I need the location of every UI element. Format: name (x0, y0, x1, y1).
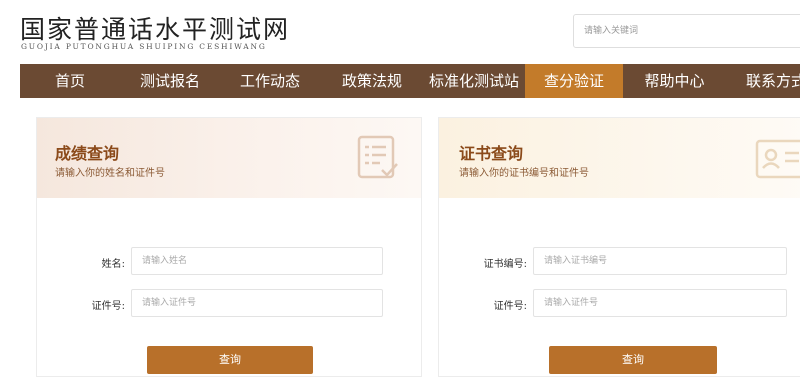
cert-query-subtitle: 请输入你的证书编号和证件号 (459, 168, 589, 179)
cert-query-button[interactable]: 查询 (549, 346, 717, 374)
score-query-subtitle: 请输入你的姓名和证件号 (55, 168, 165, 179)
cert-id-label: 证件号: (493, 301, 527, 312)
main-nav: 首页 测试报名 工作动态 政策法规 标准化测试站 查分验证 帮助中心 联系方式 (20, 64, 800, 98)
nav-item-test-stations[interactable]: 标准化测试站 (424, 64, 524, 98)
score-query-title: 成绩查询 (55, 144, 120, 163)
cert-number-label: 证书编号: (483, 259, 527, 270)
nav-item-news[interactable]: 工作动态 (220, 64, 320, 98)
document-check-icon (357, 135, 398, 179)
nav-item-help[interactable]: 帮助中心 (623, 64, 726, 98)
site-header: 国家普通话水平测试网 GUOJIA PUTONGHUA SHUIPING CES… (0, 0, 800, 64)
cert-number-input[interactable] (533, 247, 787, 275)
nav-item-home[interactable]: 首页 (20, 64, 120, 98)
site-logo-subtitle: GUOJIA PUTONGHUA SHUIPING CESHIWANG (21, 42, 267, 51)
score-query-button[interactable]: 查询 (147, 346, 313, 374)
cert-id-input[interactable] (533, 289, 787, 317)
name-input[interactable] (131, 247, 383, 275)
nav-item-contact[interactable]: 联系方式 (726, 64, 800, 98)
nav-item-policies[interactable]: 政策法规 (320, 64, 424, 98)
score-id-label: 证件号: (91, 301, 125, 312)
score-query-header: 成绩查询 请输入你的姓名和证件号 (37, 118, 421, 198)
nav-item-registration[interactable]: 测试报名 (120, 64, 220, 98)
search-input[interactable] (573, 14, 800, 48)
nav-item-score-verify[interactable]: 查分验证 (525, 64, 623, 98)
cert-query-header: 证书查询 请输入你的证书编号和证件号 (439, 118, 800, 198)
id-card-icon (755, 139, 800, 179)
cert-query-title: 证书查询 (459, 144, 524, 163)
name-label: 姓名: (101, 259, 125, 270)
score-id-input[interactable] (131, 289, 383, 317)
site-logo-title[interactable]: 国家普通话水平测试网 (20, 10, 290, 46)
cert-query-card: 证书查询 请输入你的证书编号和证件号 证书编号: 证件号: 查询 (438, 117, 800, 377)
score-query-card: 成绩查询 请输入你的姓名和证件号 姓名: 证件号: 查询 (36, 117, 422, 377)
